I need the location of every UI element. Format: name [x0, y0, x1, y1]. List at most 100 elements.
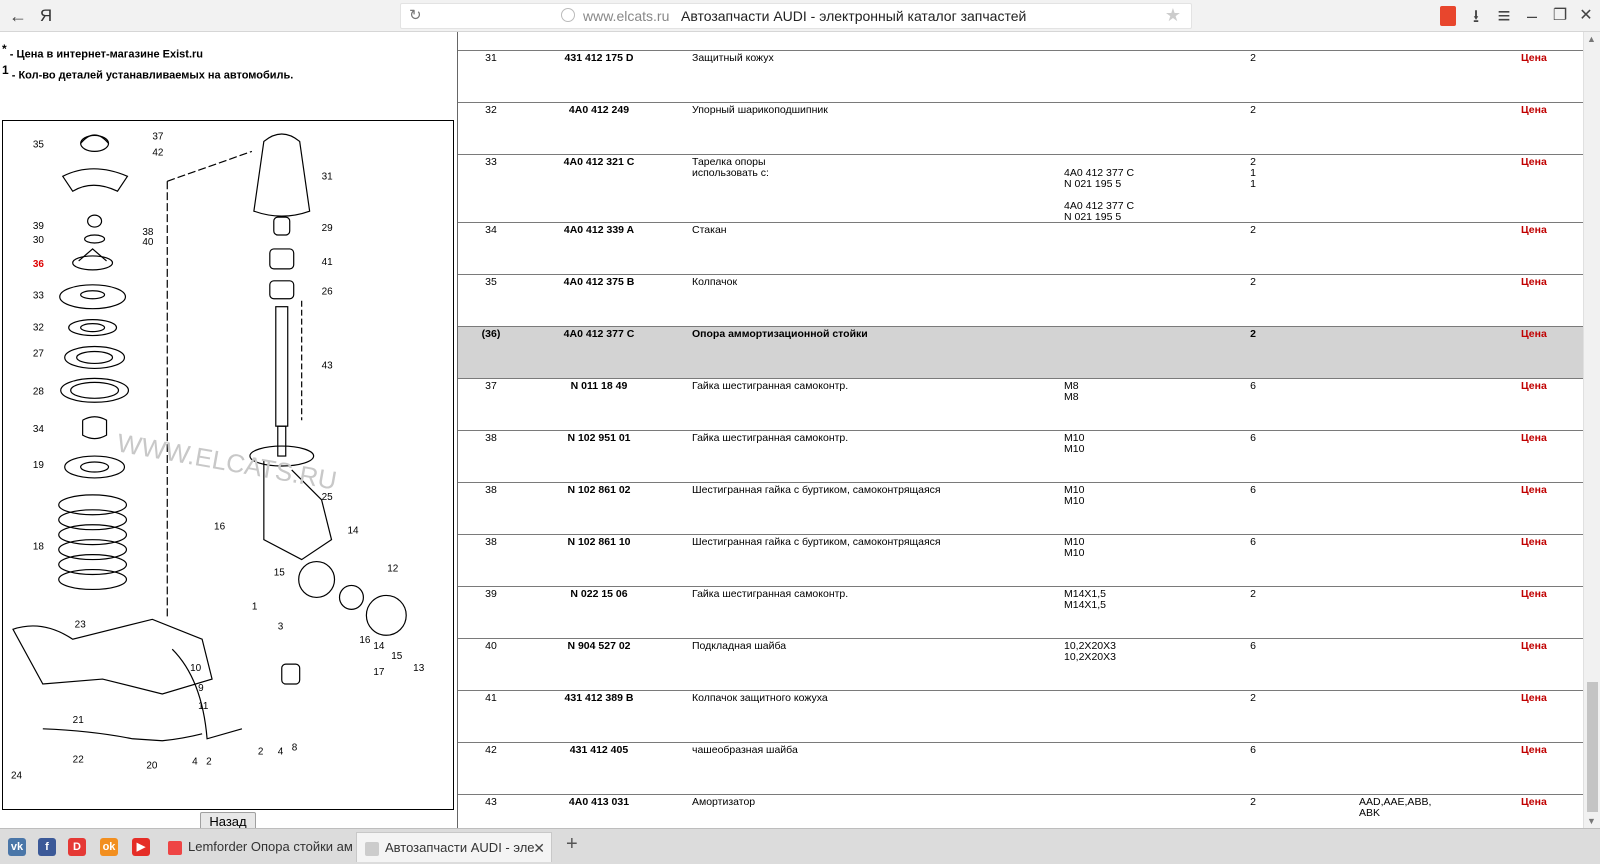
callout-label: 25 [322, 492, 334, 503]
scrollbar-thumb[interactable] [1587, 682, 1598, 812]
odnoklassniki-icon[interactable]: ok [100, 838, 118, 856]
price-link[interactable]: Цена [1521, 329, 1547, 340]
callout-label: 14 [373, 641, 385, 652]
price-note: * - Цена в интернет-магазине Exist.ru [2, 42, 204, 61]
part-qty: 2 [1250, 328, 1256, 340]
price-link[interactable]: Цена [1521, 433, 1547, 444]
callout-label: 4 [278, 747, 284, 758]
tab-close-icon[interactable]: ✕ [533, 833, 545, 862]
article-number: 4A0 413 031 [568, 796, 630, 808]
price-link[interactable]: Цена [1521, 157, 1547, 168]
table-row[interactable]: (36) 4A0 412 377 C Опора аммортизационной … [458, 326, 1583, 379]
callout-label: 27 [33, 348, 45, 359]
table-row[interactable]: 35 4A0 412 375 B Колпачок 2 Цена [458, 274, 1583, 327]
protect-shield-icon[interactable] [1440, 6, 1456, 26]
part-qty: 2 [1250, 104, 1256, 116]
part-qty: 6 [1250, 640, 1256, 652]
price-link[interactable]: Цена [1521, 485, 1547, 496]
yandex-button[interactable]: Я [32, 0, 60, 32]
part-qty: 6 [1250, 744, 1256, 756]
callout-label: 16 [214, 522, 226, 533]
youtube-icon[interactable]: ▶ [132, 838, 150, 856]
scroll-down-icon[interactable]: ▼ [1587, 816, 1596, 826]
table-row[interactable]: 39 N 022 15 06 Гайка шестигранная самоконт… [458, 586, 1583, 639]
download-icon[interactable]: ⭳ [1462, 0, 1490, 32]
menu-icon[interactable]: ≡ [1490, 0, 1518, 32]
table-row[interactable]: 34 4A0 412 339 A Стакан 2 Цена [458, 222, 1583, 275]
vertical-scrollbar[interactable]: ▲ ▼ [1583, 32, 1600, 828]
minimize-icon[interactable]: ‒ [1518, 0, 1546, 32]
new-tab-button[interactable]: + [566, 833, 578, 856]
callout-label: 2 [206, 757, 212, 768]
qty-note: 1 - Кол-во деталей устанавливаемых на ав… [2, 63, 294, 82]
row-number: 41 [485, 692, 497, 704]
row-number: 35 [485, 276, 497, 288]
table-row[interactable]: 37 N 011 18 49 Гайка шестигранная самоконт… [458, 378, 1583, 431]
part-qty: 2 [1250, 588, 1256, 600]
callout-label: 2 [258, 747, 264, 758]
table-row[interactable]: 38 N 102 951 01 Гайка шестигранная самокон… [458, 430, 1583, 483]
table-row[interactable]: 38 N 102 861 02 Шестигранная гайка с бурти… [458, 482, 1583, 535]
callout-label: 33 [33, 291, 45, 302]
table-row[interactable]: 40 N 904 527 02 Подкладная шайба 10,2X20X3 … [458, 638, 1583, 691]
article-number: N 102 861 10 [567, 536, 631, 548]
callout-label: 35 [33, 139, 45, 150]
watermark: WWW.ELCATS.RU [115, 429, 339, 495]
vk-icon[interactable]: vk [8, 838, 26, 856]
restore-icon[interactable]: ❐ [1546, 0, 1574, 32]
engine-codes: AAD,AAE,ABB, ABK [1359, 796, 1432, 819]
row-number: (36) [481, 328, 501, 340]
window-close-icon[interactable]: ✕ [1572, 0, 1600, 32]
price-link[interactable]: Цена [1521, 693, 1547, 704]
table-row[interactable]: 32 4A0 412 249 Упорный шарикоподшипник 2 Цен… [458, 102, 1583, 155]
price-link[interactable]: Цена [1521, 745, 1547, 756]
part-name: Гайка шестигранная самоконтр. [692, 588, 849, 600]
part-name: Стакан [692, 224, 727, 236]
browser-toolbar: ← Я ↻ www.elcats.ru Автозапчасти AUDI - … [0, 0, 1600, 32]
parts-drawing: WWW.ELCATS.RU 35374231393830 402936 4133 26… [11, 131, 425, 782]
row-number: 40 [485, 640, 497, 652]
article-number: N 904 527 02 [567, 640, 631, 652]
part-name: Гайка шестигранная самоконтр. [692, 432, 849, 444]
part-qty: 2 [1250, 276, 1256, 288]
part-name: Гайка шестигранная самоконтр. [692, 380, 849, 392]
table-row[interactable]: 31 431 412 175 D Защитный кожух 2 Цена [458, 50, 1583, 103]
price-link[interactable]: Цена [1521, 225, 1547, 236]
price-link[interactable]: Цена [1521, 641, 1547, 652]
price-link[interactable]: Цена [1521, 381, 1547, 392]
price-link[interactable]: Цена [1521, 53, 1547, 64]
d-service-icon[interactable]: D [68, 838, 86, 856]
table-row[interactable]: 42 431 412 405 чашеобразная шайба 6 Цена [458, 742, 1583, 795]
price-link[interactable]: Цена [1521, 537, 1547, 548]
bookmark-star-icon[interactable]: ★ [1165, 5, 1181, 26]
article-number: N 011 18 49 [570, 380, 628, 392]
back-arrow-icon[interactable]: ← [4, 0, 32, 32]
callout-label: 30 [33, 235, 45, 246]
table-row[interactable]: 38 N 102 861 10 Шестигранная гайка с бурти… [458, 534, 1583, 587]
tab-lemforder[interactable]: Lemforder Опора стойки ам [160, 832, 354, 862]
callout-label: 11 [198, 701, 209, 712]
table-row[interactable]: 41 431 412 389 B Колпачок защитного кожуха… [458, 690, 1583, 743]
article-number: 431 412 175 D [564, 52, 634, 64]
callout-label: 13 [413, 663, 425, 674]
article-number: 4A0 412 375 B [563, 276, 635, 288]
callout-label: 16 [359, 635, 371, 646]
callout-label: 31 [322, 171, 334, 182]
table-row[interactable]: 33 4A0 412 321 C Тарелка опоры использоват… [458, 154, 1583, 223]
article-number: 4A0 412 339 A [563, 224, 635, 236]
table-row[interactable]: 43 4A0 413 031 Амортизатор 2 AAD,AAE,ABB, AB… [458, 794, 1583, 828]
reload-icon[interactable]: ↻ [409, 6, 422, 24]
address-bar[interactable]: ↻ www.elcats.ru Автозапчасти AUDI - элек… [400, 3, 1192, 29]
price-link[interactable]: Цена [1521, 105, 1547, 116]
scroll-up-icon[interactable]: ▲ [1587, 34, 1596, 44]
callout-label: 24 [11, 771, 23, 782]
article-number: 4A0 412 377 C [563, 328, 635, 340]
tab-elcats[interactable]: Автозапчасти AUDI - эле ✕ [356, 832, 552, 862]
facebook-icon[interactable]: f [38, 838, 56, 856]
exploded-parts-diagram[interactable]: WWW.ELCATS.RU 35 37 42 31 39 38 30 40 29 36 41 33 26… [2, 120, 454, 810]
price-link[interactable]: Цена [1521, 797, 1547, 808]
price-link[interactable]: Цена [1521, 277, 1547, 288]
price-link[interactable]: Цена [1521, 589, 1547, 600]
tab-bar: vk f D ok ▶ Lemforder Опора стойки ам Ав… [0, 828, 1600, 864]
part-name: чашеобразная шайба [692, 744, 798, 756]
